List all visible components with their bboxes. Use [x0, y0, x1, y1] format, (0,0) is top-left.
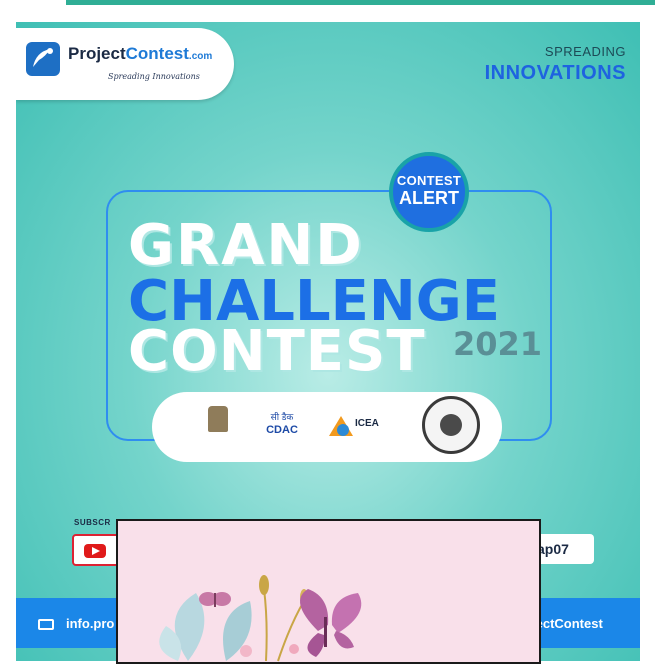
youtube-button[interactable]: [72, 534, 120, 566]
logo-name-part2: Contest: [125, 44, 189, 63]
floral-illustration: [159, 575, 362, 662]
icea-name: ICEA: [355, 418, 379, 429]
title-grand: GRAND: [128, 213, 364, 278]
india-emblem-logo: [198, 392, 238, 462]
title-year: 2021: [453, 325, 543, 363]
alert-line1: CONTEST: [396, 173, 462, 188]
cdac-name: CDAC: [266, 424, 298, 436]
top-accent-bar: [66, 0, 661, 5]
logo-tagline: Spreading Innovations: [108, 72, 200, 81]
cdac-logo: सी डैक CDAC: [262, 392, 302, 462]
alert-line2: ALERT: [399, 188, 459, 208]
butterfly-icon: [300, 589, 362, 657]
subscribe-label: SUBSCR: [74, 518, 111, 527]
partner-logos-strip: सी डैक CDAC ICEA: [152, 392, 502, 462]
stem-icon: [263, 588, 268, 662]
logo-name-tld: .com: [188, 51, 213, 62]
blossom-icon: [240, 645, 252, 657]
spreading-label: SPREADING: [544, 44, 626, 59]
seal-core-icon: [440, 414, 462, 436]
title-contest: CONTEST: [128, 319, 426, 384]
logo-name: ProjectContest.com: [68, 44, 212, 64]
youtube-icon: [84, 544, 106, 558]
overlay-card: [116, 519, 541, 664]
logo-mark-icon: [26, 42, 60, 76]
emblem-icon: [208, 406, 228, 432]
right-edge: [655, 0, 661, 661]
icea-dot-icon: [337, 424, 349, 436]
cdac-hindi: सी डैक: [270, 412, 294, 422]
mail-icon: [38, 619, 54, 630]
icea-logo: ICEA: [327, 392, 387, 462]
logo-badge[interactable]: ProjectContest.com Spreading Innovations: [16, 28, 234, 100]
contest-alert-badge: CONTEST ALERT: [389, 152, 469, 232]
innovations-label: INNOVATIONS: [484, 62, 626, 84]
butterfly-icon: [199, 592, 231, 607]
blossom-icon: [289, 644, 299, 654]
logo-name-part1: Project: [68, 44, 126, 63]
up-govt-seal-logo: [414, 392, 480, 462]
bud-icon: [259, 575, 269, 595]
social-handle: ap07: [537, 541, 569, 557]
footer-social[interactable]: jectContest: [532, 616, 603, 631]
footer-email[interactable]: info.pro: [66, 616, 114, 631]
